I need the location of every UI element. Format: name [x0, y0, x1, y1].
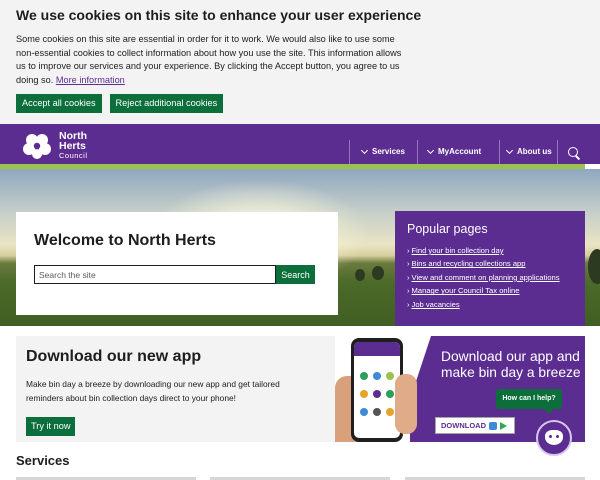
list-item: › Bins and recycling collections app — [407, 257, 573, 270]
popular-link[interactable]: View and comment on planning application… — [412, 273, 560, 282]
cookie-buttons: Accept all cookies Reject additional coo… — [16, 94, 224, 113]
app-store-icon — [489, 421, 497, 430]
cookie-title: We use cookies on this site to enhance y… — [16, 7, 422, 23]
list-item: › Manage your Council Tax online — [407, 284, 573, 297]
nav-divider — [349, 140, 350, 164]
chevron-down-icon — [505, 146, 514, 154]
chevron-right-icon: › — [407, 259, 410, 269]
more-information-link[interactable]: More information — [56, 75, 125, 85]
tree — [372, 266, 384, 280]
app-tile-icon — [373, 408, 381, 416]
popular-pages-title: Popular pages — [407, 222, 488, 236]
popular-link[interactable]: Manage your Council Tax online — [412, 286, 520, 295]
chat-prompt[interactable]: How can I help? — [496, 389, 562, 414]
cookie-text: Some cookies on this site are essential … — [16, 33, 408, 87]
tree — [355, 269, 365, 281]
cookie-banner: We use cookies on this site to enhance y… — [0, 0, 600, 124]
phone-app-header — [354, 342, 400, 356]
app-section: Download our new app Make bin day a bree… — [16, 336, 335, 442]
nav-about-us-label: About us — [517, 147, 552, 156]
chevron-right-icon: › — [407, 272, 410, 282]
site-search: Search — [34, 265, 315, 284]
popular-pages-list: › Find your bin collection day › Bins and … — [407, 244, 573, 311]
chatbot-face — [545, 430, 563, 445]
logo-line-council: Council — [59, 151, 88, 160]
list-item: › Job vacancies — [407, 298, 573, 311]
app-tile-icon — [360, 390, 368, 398]
download-badge[interactable]: DOWNLOAD — [435, 417, 515, 434]
reject-cookies-button[interactable]: Reject additional cookies — [109, 94, 224, 113]
logo-flower-icon — [23, 134, 51, 159]
google-play-icon — [500, 421, 507, 430]
chevron-down-icon — [360, 146, 369, 154]
search-input[interactable] — [34, 265, 276, 284]
try-it-now-button[interactable]: Try it now — [26, 417, 76, 436]
app-tile-icon — [373, 372, 381, 380]
app-tile-icon — [386, 372, 394, 380]
list-item: › Find your bin collection day — [407, 244, 573, 257]
download-label: DOWNLOAD — [441, 421, 486, 430]
popular-link[interactable]: Job vacancies — [412, 300, 460, 309]
app-tile-icon — [373, 390, 381, 398]
nav-divider — [417, 140, 418, 164]
nav-divider — [499, 140, 500, 164]
nav-myaccount-label: MyAccount — [438, 147, 482, 156]
nav-services[interactable]: Services — [360, 146, 405, 156]
search-icon[interactable] — [568, 147, 578, 157]
nav-myaccount[interactable]: MyAccount — [426, 146, 482, 156]
app-tile-icon — [360, 372, 368, 380]
site-header: North Herts Council — [0, 124, 600, 164]
search-button[interactable]: Search — [276, 265, 315, 284]
hand-image — [395, 374, 417, 434]
app-description: Make bin day a breeze by downloading our… — [26, 379, 280, 403]
logo-text: North Herts Council — [59, 131, 88, 161]
welcome-title: Welcome to North Herts — [34, 232, 216, 249]
popular-link[interactable]: Bins and recycling collections app — [412, 259, 526, 268]
app-title: Download our new app — [26, 348, 202, 365]
accept-cookies-button[interactable]: Accept all cookies — [16, 94, 102, 113]
chevron-right-icon: › — [407, 299, 410, 309]
app-tile-icon — [386, 390, 394, 398]
popular-link[interactable]: Find your bin collection day — [412, 246, 504, 255]
popular-pages-panel: Popular pages › Find your bin collection … — [395, 211, 585, 326]
phone-screen — [354, 342, 400, 438]
chatbot-avatar-icon[interactable] — [536, 420, 572, 456]
nav-about-us[interactable]: About us — [505, 146, 552, 156]
list-item: › View and comment on planning applicatio… — [407, 271, 573, 284]
promo-text: Download our app and make bin day a bree… — [441, 349, 581, 380]
app-tile-icon — [386, 408, 394, 416]
nav-services-label: Services — [372, 147, 405, 156]
chevron-right-icon: › — [407, 246, 410, 255]
nav-divider — [557, 140, 558, 164]
chevron-down-icon — [426, 146, 435, 154]
app-tile-icon — [360, 408, 368, 416]
logo-line-herts: Herts — [59, 140, 86, 152]
tree — [588, 249, 600, 284]
chevron-right-icon: › — [407, 286, 410, 296]
council-logo[interactable]: North Herts Council — [20, 129, 88, 163]
services-heading: Services — [16, 453, 70, 468]
welcome-panel: Welcome to North Herts Search — [16, 212, 338, 315]
